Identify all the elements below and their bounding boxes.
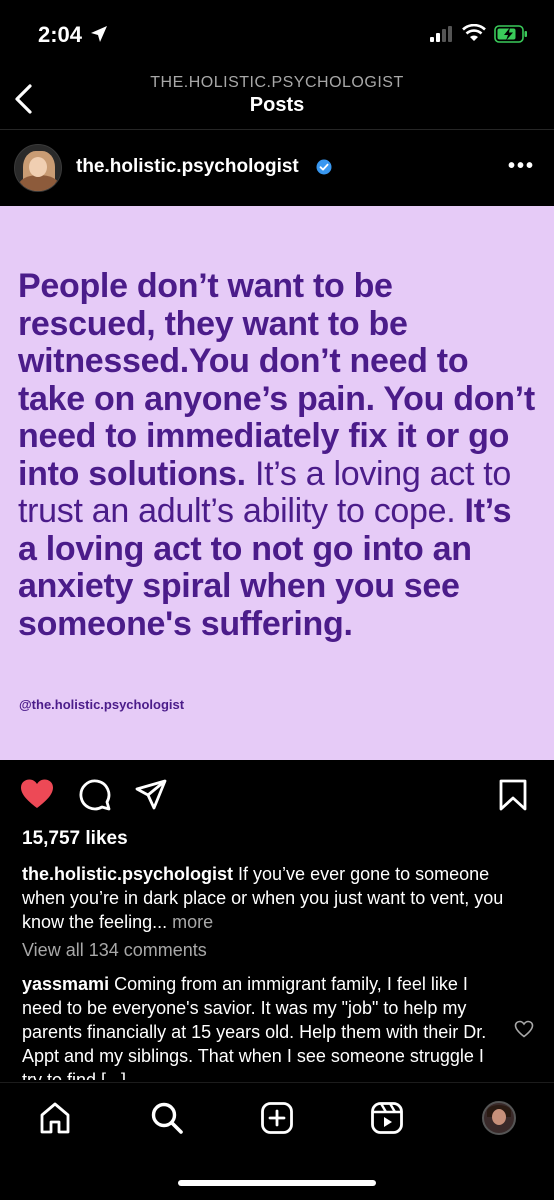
page-title: Posts bbox=[249, 94, 305, 116]
wifi-icon bbox=[462, 24, 486, 41]
create-icon[interactable] bbox=[260, 1101, 294, 1135]
post-caption: the.holistic.psychologist If you’ve ever… bbox=[22, 862, 522, 934]
comment-username[interactable]: yassmami bbox=[22, 974, 109, 994]
comment-icon[interactable] bbox=[78, 778, 112, 812]
verified-badge-icon bbox=[316, 159, 332, 175]
location-arrow-icon bbox=[91, 26, 107, 42]
post-actions bbox=[0, 770, 554, 820]
nav-account-name: THE.HOLISTIC.PSYCHOLOGIST bbox=[150, 74, 404, 91]
post-username[interactable]: the.holistic.psychologist bbox=[76, 156, 299, 178]
bookmark-icon[interactable] bbox=[498, 778, 528, 812]
battery-charging-icon bbox=[494, 25, 527, 43]
status-bar: 2:04 bbox=[0, 0, 554, 70]
heart-filled-icon[interactable] bbox=[20, 778, 54, 810]
home-icon[interactable] bbox=[38, 1101, 72, 1135]
post-image-handle: @the.holistic.psychologist bbox=[19, 697, 185, 712]
post-image[interactable]: People don’t want to be rescued, they wa… bbox=[0, 206, 554, 760]
avatar[interactable] bbox=[14, 144, 62, 192]
share-icon[interactable] bbox=[134, 778, 168, 812]
likes-count[interactable]: 15,757 likes bbox=[22, 828, 128, 850]
post-image-quote: People don’t want to be rescued, they wa… bbox=[18, 267, 538, 643]
profile-avatar[interactable] bbox=[482, 1101, 516, 1135]
more-options-icon[interactable]: ••• bbox=[508, 155, 535, 178]
cellular-signal-icon bbox=[430, 26, 452, 42]
nav-header: THE.HOLISTIC.PSYCHOLOGIST Posts bbox=[0, 70, 554, 130]
reels-icon[interactable] bbox=[370, 1101, 404, 1135]
status-time: 2:04 bbox=[38, 22, 83, 47]
caption-more-link[interactable]: more bbox=[167, 912, 213, 932]
home-indicator bbox=[178, 1180, 376, 1186]
top-comment: yassmami Coming from an immigrant family… bbox=[22, 972, 492, 1080]
view-all-comments-link[interactable]: View all 134 comments bbox=[22, 940, 207, 961]
comment-like-heart-icon[interactable] bbox=[514, 1020, 534, 1038]
post-header: the.holistic.psychologist ••• bbox=[0, 131, 554, 205]
search-icon[interactable] bbox=[150, 1101, 184, 1135]
caption-username[interactable]: the.holistic.psychologist bbox=[22, 864, 233, 884]
